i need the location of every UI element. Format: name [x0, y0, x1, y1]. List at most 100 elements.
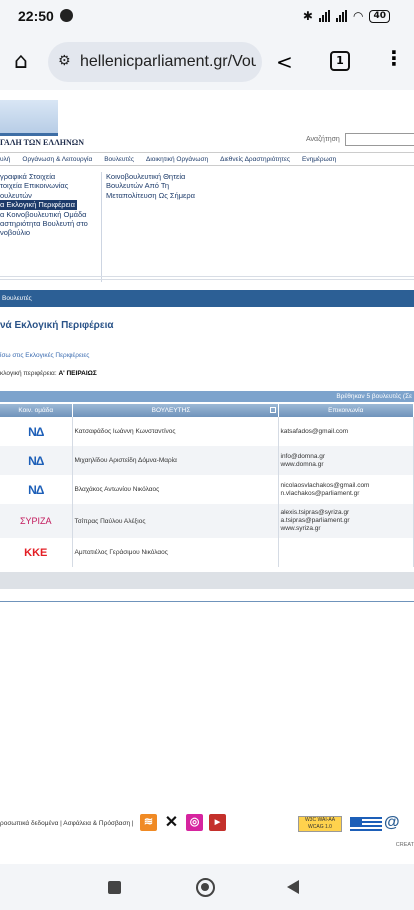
recent-apps-button[interactable] — [108, 881, 121, 894]
status-icons: ✱ ◠ 40 — [303, 9, 390, 23]
top-navigation: υλή Οργάνωση & Λειτουργία Βουλευτές Διοι… — [0, 152, 414, 166]
mp-table: Κοιν. ομάδα ΒΟΥΛΕΥΤΗΣ Επικοινωνία ΝΔ Κατ… — [0, 404, 414, 567]
more-menu-icon[interactable]: ⋮ — [384, 46, 404, 70]
nav-item[interactable]: υλή — [0, 156, 10, 163]
column-header-party[interactable]: Κοιν. ομάδα — [0, 404, 73, 417]
mp-name[interactable]: Βλαχάκος Αντωνίου Νικόλαος — [72, 475, 279, 504]
party-cell: ΚΚΕ — [0, 538, 73, 567]
contact-link[interactable]: nicolaosvlachakos@gmail.com — [281, 482, 412, 490]
left-submenu: γραφικά Στοιχεία τοιχεία Επικοινωνίας ου… — [0, 172, 102, 238]
nav-item[interactable]: Διοικητική Οργάνωση — [146, 156, 208, 163]
greek-flag-icon[interactable] — [350, 817, 382, 832]
tabs-button[interactable]: 1 — [330, 51, 350, 71]
search-label: Αναζήτηση — [306, 136, 340, 143]
nav-item[interactable]: Οργάνωση & Λειτουργία — [22, 156, 92, 163]
column-header-mp-label: ΒΟΥΛΕΥΤΗΣ — [151, 407, 191, 414]
contact-cell: info@domna.gr www.domna.gr — [278, 446, 414, 475]
submenu-item[interactable]: α Κοινοβουλευτική Ομάδα — [0, 210, 102, 219]
x-icon[interactable]: ✕ — [163, 814, 180, 831]
section-bar: Βουλευτές — [0, 290, 414, 307]
submenu-item[interactable]: αστηριότητα Βουλευτή στο — [0, 219, 102, 228]
web-page: ΓΑΛΗ ΤΩΝ ΕΛΛΗΝΩΝ Αναζήτηση υλή Οργάνωση … — [0, 90, 414, 864]
mp-name[interactable]: Τσίπρας Παύλου Αλέξιος — [72, 504, 279, 538]
submenu-item[interactable]: γραφικά Στοιχεία — [0, 172, 102, 181]
contact-link[interactable]: www.syriza.gr — [281, 525, 412, 533]
nd-logo-icon[interactable]: ΝΔ — [28, 425, 44, 439]
clock: 22:50 — [18, 8, 54, 24]
table-row: ΚΚΕ Αμπατιέλος Γεράσιμου Νικόλαος — [0, 538, 414, 567]
submenu-item[interactable]: Μεταπολίτευση Ως Σήμερα — [106, 191, 195, 200]
table-footer — [0, 572, 414, 589]
mp-name[interactable]: Αμπατιέλος Γεράσιμου Νικόλαος — [72, 538, 279, 567]
contact-cell: katsafados@gmail.com — [278, 417, 414, 446]
system-navbar — [0, 864, 414, 910]
nav-item[interactable]: Βουλευτές — [104, 156, 134, 163]
contact-link[interactable]: alexis.tsipras@syriza.gr — [281, 509, 412, 517]
party-cell: ΝΔ — [0, 417, 73, 446]
party-cell: ΝΔ — [0, 475, 73, 504]
share-icon[interactable]: < — [276, 50, 293, 74]
signal-icon — [318, 10, 330, 22]
wifi-icon: ◠ — [352, 9, 364, 23]
column-header-contact[interactable]: Επικοινωνία — [278, 404, 414, 417]
submenu-item[interactable]: Κοινοβουλευτική Θητεία — [106, 172, 195, 181]
table-row: ΝΔ Βλαχάκος Αντωνίου Νικόλαος nicolaosvl… — [0, 475, 414, 504]
submenu-item[interactable]: Βουλευτών Από Τη — [106, 181, 195, 190]
bluetooth-icon: ✱ — [302, 9, 313, 23]
divider — [0, 276, 414, 277]
submenu-item[interactable]: ουλευτών — [0, 191, 102, 200]
page-title: νά Εκλογική Περιφέρεια — [0, 320, 114, 331]
kke-logo-icon[interactable]: ΚΚΕ — [24, 547, 47, 559]
instagram-icon[interactable]: ◎ — [186, 814, 203, 831]
search-input[interactable] — [345, 133, 414, 146]
party-cell: ΣΥΡΙΖΑ — [0, 504, 73, 538]
back-link[interactable]: ίσω στις Εκλογικές Περιφέρειες — [0, 352, 89, 359]
mp-name[interactable]: Μιχαηλίδου Αριστείδη Δόμνα-Μαρία — [72, 446, 279, 475]
site-footer: ροσωπικά δεδομένα | Ασφάλεια & Πρόσβαση … — [0, 814, 414, 848]
submenu-item[interactable]: τοιχεία Επικοινωνίας — [0, 181, 102, 190]
logo-text: ΓΑΛΗ ΤΩΝ ΕΛΛΗΝΩΝ — [0, 138, 84, 147]
table-row: ΣΥΡΙΖΑ Τσίπρας Παύλου Αλέξιος alexis.tsi… — [0, 504, 414, 538]
nd-logo-icon[interactable]: ΝΔ — [28, 454, 44, 468]
home-button[interactable] — [196, 878, 215, 897]
divider — [0, 279, 414, 280]
contact-link[interactable]: www.domna.gr — [281, 461, 412, 469]
table-row: ΝΔ Μιχαηλίδου Αριστείδη Δόμνα-Μαρία info… — [0, 446, 414, 475]
contact-link[interactable]: katsafados@gmail.com — [281, 428, 412, 436]
notification-icon — [60, 9, 73, 22]
status-bar: 22:50 ✱ ◠ 40 — [0, 0, 414, 34]
home-icon[interactable]: ⌂ — [14, 49, 28, 74]
results-count: Βρέθηκαν 5 βουλευτές (Σε — [0, 391, 414, 402]
wai-badge[interactable]: W3C WAI-AA WCAG 1.0 — [298, 816, 342, 832]
sort-icon[interactable] — [269, 407, 276, 413]
region-label: κλογική περιφέρεια: — [0, 370, 57, 377]
submenu-item[interactable]: νοβούλιο — [0, 228, 102, 237]
mp-name[interactable]: Κατσαφάδος Ιωάννη Κωνσταντίνος — [72, 417, 279, 446]
back-button[interactable] — [287, 880, 299, 894]
contact-link[interactable]: info@domna.gr — [281, 453, 412, 461]
region-line: κλογική περιφέρεια: Α' ΠΕΙΡΑΙΩΣ — [0, 370, 97, 377]
credit-text: CREAT — [395, 842, 414, 848]
email-icon[interactable]: @ — [384, 814, 400, 832]
nd-logo-icon[interactable]: ΝΔ — [28, 483, 44, 497]
menu-divider — [101, 172, 102, 282]
syriza-logo-icon[interactable]: ΣΥΡΙΖΑ — [20, 516, 52, 526]
nav-item[interactable]: Ενημέρωση — [302, 156, 336, 163]
contact-cell: alexis.tsipras@syriza.gr a.tsipras@parli… — [278, 504, 414, 538]
column-header-mp[interactable]: ΒΟΥΛΕΥΤΗΣ — [72, 404, 279, 417]
url-text[interactable]: hellenicparliament.gr/Vou — [80, 53, 256, 71]
nav-item[interactable]: Διεθνείς Δραστηριότητες — [220, 156, 290, 163]
contact-cell — [278, 538, 414, 567]
signal-icon-2 — [335, 10, 347, 22]
divider — [0, 601, 414, 602]
contact-link[interactable]: n.vlachakos@parliament.gr — [281, 490, 412, 498]
site-settings-icon[interactable]: ⚙ — [58, 53, 71, 69]
rss-icon[interactable]: ≋ — [140, 814, 157, 831]
contact-cell: nicolaosvlachakos@gmail.com n.vlachakos@… — [278, 475, 414, 504]
footer-links[interactable]: ροσωπικά δεδομένα | Ασφάλεια & Πρόσβαση … — [0, 820, 134, 827]
contact-link[interactable]: a.tsipras@parliament.gr — [281, 517, 412, 525]
right-submenu: Κοινοβουλευτική Θητεία Βουλευτών Από Τη … — [106, 172, 195, 200]
submenu-item-active[interactable]: α Εκλογική Περιφέρεια — [0, 200, 77, 210]
youtube-icon[interactable]: ▶ — [209, 814, 226, 831]
parliament-logo[interactable] — [0, 100, 58, 136]
